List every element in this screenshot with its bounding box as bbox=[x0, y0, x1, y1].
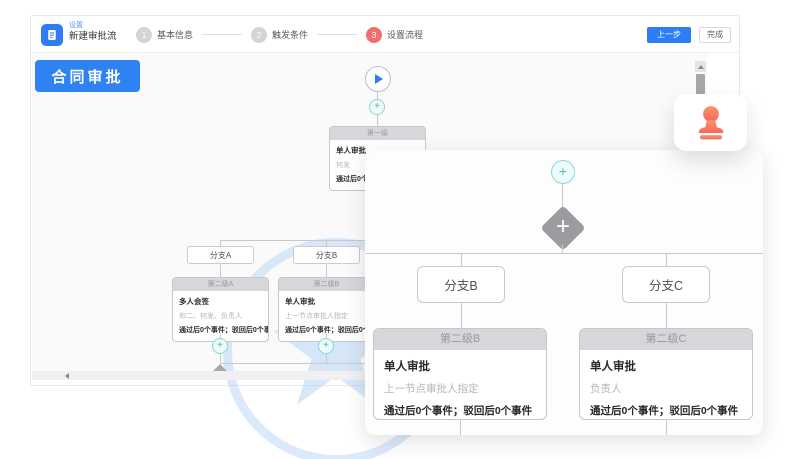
step-label-2: 触发条件 bbox=[272, 28, 308, 41]
arrow-left-icon bbox=[65, 373, 69, 379]
connector-line bbox=[562, 244, 563, 253]
connector-line bbox=[220, 354, 221, 363]
node-assignee: 和二、何发、负责人 bbox=[179, 311, 262, 321]
step-label-1: 基本信息 bbox=[157, 28, 193, 41]
add-node-button[interactable]: + bbox=[369, 99, 385, 115]
node-title: 第二级B bbox=[374, 329, 546, 350]
step-basic-info[interactable]: 1 基本信息 bbox=[136, 27, 193, 43]
step-set-flow[interactable]: 3 设置流程 bbox=[366, 27, 423, 43]
connector-line bbox=[666, 420, 667, 435]
step-connector bbox=[202, 34, 242, 35]
stamp-card[interactable] bbox=[674, 94, 747, 151]
branch-a-box[interactable]: 分支A bbox=[187, 246, 254, 264]
play-icon bbox=[375, 74, 383, 84]
step-label-3: 设置流程 bbox=[387, 28, 423, 41]
add-node-button[interactable]: + bbox=[318, 338, 334, 354]
connector-line bbox=[461, 253, 462, 266]
flow-name-tag: 合同审批 bbox=[35, 60, 140, 92]
node-level2b[interactable]: 第二级B 单人审批 上一节点审批人指定 通过后0个事件；驳回后0个事件 bbox=[278, 277, 375, 342]
connector-line bbox=[460, 420, 461, 435]
app-tag: 设置 bbox=[69, 22, 117, 30]
branch-b-box[interactable]: 分支B bbox=[293, 246, 360, 264]
stamp-icon bbox=[693, 104, 729, 142]
node-mode: 多人会签 bbox=[179, 296, 262, 307]
step-indicator: 1 基本信息 2 触发条件 3 设置流程 bbox=[136, 16, 423, 53]
app-heading: 设置 新建审批流 bbox=[69, 22, 117, 43]
branch-b-box[interactable]: 分支B bbox=[417, 266, 505, 303]
arrow-up-icon bbox=[698, 65, 704, 69]
node-level2a[interactable]: 第二级A 多人会签 和二、何发、负责人 通过后0个事件；驳回后0个事件 bbox=[172, 277, 269, 342]
node-card-level2c[interactable]: 第二级C 单人审批 负责人 通过后0个事件；驳回后0个事件 bbox=[579, 328, 753, 420]
connector-line bbox=[377, 92, 378, 99]
branch-c-box[interactable]: 分支C bbox=[622, 266, 710, 303]
node-assignee: 上一节点审批人指定 bbox=[285, 311, 368, 321]
node-card-level2b[interactable]: 第二级B 单人审批 上一节点审批人指定 通过后0个事件；驳回后0个事件 bbox=[373, 328, 547, 420]
branch-split-line bbox=[365, 253, 763, 254]
step-trigger-condition[interactable]: 2 触发条件 bbox=[251, 27, 308, 43]
zoomed-flow-panel: + + 分支B 分支C 第二级B 单人审批 上一节点审批人指定 通过后0个事件；… bbox=[365, 150, 763, 435]
node-mode: 单人审批 bbox=[590, 358, 742, 374]
node-mode: 单人审批 bbox=[384, 358, 536, 374]
node-assignee: 负责人 bbox=[590, 381, 742, 396]
node-title: 第二级B bbox=[279, 278, 374, 291]
connector-line bbox=[326, 264, 327, 277]
connector-line bbox=[377, 115, 378, 126]
step-number-2: 2 bbox=[251, 27, 267, 43]
connector-line bbox=[461, 303, 462, 328]
connector-line bbox=[666, 253, 667, 266]
header-bar: 设置 新建审批流 1 基本信息 2 触发条件 3 设置流程 上 bbox=[31, 16, 739, 53]
node-title: 第二级A bbox=[173, 278, 268, 291]
node-mode: 单人审批 bbox=[285, 296, 368, 307]
node-assignee: 上一节点审批人指定 bbox=[384, 381, 536, 396]
connector-line bbox=[220, 264, 221, 277]
step-number-3: 3 bbox=[366, 27, 382, 43]
connector-line bbox=[326, 354, 327, 363]
document-icon bbox=[41, 24, 63, 46]
node-title: 第一级 bbox=[330, 127, 425, 140]
step-number-1: 1 bbox=[136, 27, 152, 43]
workflow-designer-screen: 设置 新建审批流 1 基本信息 2 触发条件 3 设置流程 上 bbox=[0, 0, 792, 459]
page-title: 新建审批流 bbox=[69, 32, 117, 43]
node-title: 第二级C bbox=[580, 329, 752, 350]
connector-line bbox=[666, 303, 667, 328]
step-connector bbox=[317, 34, 357, 35]
add-node-button[interactable]: + bbox=[212, 338, 228, 354]
previous-step-button[interactable]: 上一步 bbox=[647, 27, 691, 43]
node-events: 通过后0个事件；驳回后0个事件 bbox=[384, 403, 536, 418]
node-events: 通过后0个事件；驳回后0个事件 bbox=[590, 403, 742, 418]
diamond-plus-icon: + bbox=[547, 211, 579, 243]
finish-button[interactable]: 完成 bbox=[699, 27, 731, 43]
add-node-button[interactable]: + bbox=[551, 160, 575, 184]
scroll-up-button[interactable] bbox=[695, 61, 706, 72]
start-node[interactable] bbox=[365, 66, 391, 92]
